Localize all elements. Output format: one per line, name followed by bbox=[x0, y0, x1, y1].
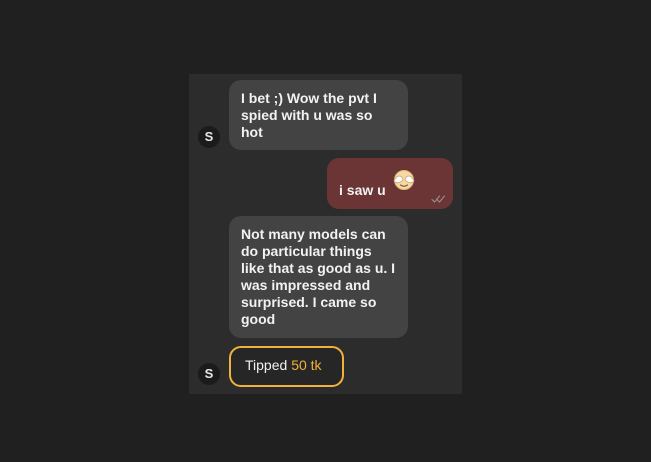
message-text: i saw u bbox=[339, 182, 386, 198]
incoming-message: I bet ;) Wow the pvt I spied with u was … bbox=[229, 80, 408, 150]
see-no-evil-face-icon bbox=[393, 170, 415, 190]
double-check-icon bbox=[431, 195, 446, 203]
message-text: I bet ;) Wow the pvt I spied with u was … bbox=[241, 90, 377, 140]
chat-panel: S I bet ;) Wow the pvt I spied with u wa… bbox=[189, 74, 462, 394]
incoming-message: Not many models can do particular things… bbox=[229, 216, 408, 338]
avatar[interactable]: S bbox=[198, 363, 220, 385]
outgoing-message: i saw u bbox=[327, 158, 453, 209]
message-text: Not many models can do particular things… bbox=[241, 226, 396, 327]
tip-label: Tipped bbox=[245, 357, 288, 373]
tip-message: Tipped 50 tk bbox=[229, 346, 344, 387]
avatar[interactable]: S bbox=[198, 126, 220, 148]
tip-amount: 50 tk bbox=[291, 357, 322, 373]
